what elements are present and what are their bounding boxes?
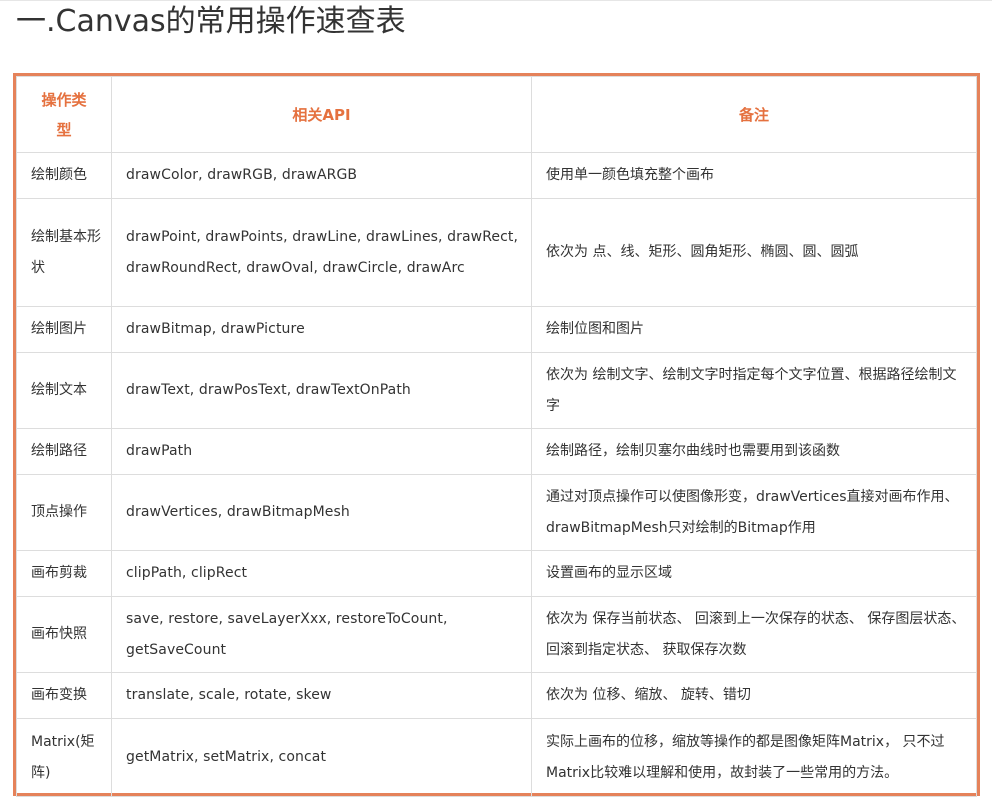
row-api-list: translate, scale, rotate, skew xyxy=(111,672,532,719)
row-note: 设置画布的显示区域 xyxy=(531,550,977,597)
row-operation-type: 绘制文本 xyxy=(16,352,112,429)
table-body: 绘制颜色 drawColor, drawRGB, drawARGB 使用单一颜色… xyxy=(16,152,977,797)
row-operation-type: 顶点操作 xyxy=(16,474,112,551)
table-row: 画布快照 save, restore, saveLayerXxx, restor… xyxy=(16,596,977,673)
row-note: 依次为 点、线、矩形、圆角矩形、椭圆、圆、圆弧 xyxy=(531,198,977,307)
table-row: 绘制颜色 drawColor, drawRGB, drawARGB 使用单一颜色… xyxy=(16,152,977,199)
row-operation-type: 绘制路径 xyxy=(16,428,112,475)
row-api-list: drawVertices, drawBitmapMesh xyxy=(111,474,532,551)
page: 一.Canvas的常用操作速查表 操作类型 相关API 备注 绘制颜色 draw… xyxy=(0,0,992,797)
row-api-list: save, restore, saveLayerXxx, restoreToCo… xyxy=(111,596,532,673)
row-api-list: getMatrix, setMatrix, concat xyxy=(111,718,532,797)
header-related-api: 相关API xyxy=(111,76,532,153)
cheatsheet-table: 操作类型 相关API 备注 绘制颜色 drawColor, drawRGB, d… xyxy=(16,76,977,797)
row-api-list: drawText, drawPosText, drawTextOnPath xyxy=(111,352,532,429)
row-note: 绘制路径，绘制贝塞尔曲线时也需要用到该函数 xyxy=(531,428,977,475)
header-notes: 备注 xyxy=(531,76,977,153)
row-api-list: clipPath, clipRect xyxy=(111,550,532,597)
row-operation-type: 画布剪裁 xyxy=(16,550,112,597)
table-row: 画布变换 translate, scale, rotate, skew 依次为 … xyxy=(16,672,977,719)
table-row: 绘制图片 drawBitmap, drawPicture 绘制位图和图片 xyxy=(16,306,977,353)
row-api-list: drawColor, drawRGB, drawARGB xyxy=(111,152,532,199)
row-api-list: drawPoint, drawPoints, drawLine, drawLin… xyxy=(111,198,532,307)
table-row: 绘制基本形状 drawPoint, drawPoints, drawLine, … xyxy=(16,198,977,307)
table-row: 画布剪裁 clipPath, clipRect 设置画布的显示区域 xyxy=(16,550,977,597)
row-note: 依次为 保存当前状态、 回滚到上一次保存的状态、 保存图层状态、 回滚到指定状态… xyxy=(531,596,977,673)
page-title: 一.Canvas的常用操作速查表 xyxy=(16,4,406,39)
row-note: 实际上画布的位移，缩放等操作的都是图像矩阵Matrix， 只不过Matrix比较… xyxy=(531,718,977,797)
row-operation-type: 绘制颜色 xyxy=(16,152,112,199)
table-header-row: 操作类型 相关API 备注 xyxy=(16,76,977,153)
row-operation-type: 绘制基本形状 xyxy=(16,198,112,307)
table-row: 绘制文本 drawText, drawPosText, drawTextOnPa… xyxy=(16,352,977,429)
row-note: 绘制位图和图片 xyxy=(531,306,977,353)
row-api-list: drawPath xyxy=(111,428,532,475)
table-header: 操作类型 相关API 备注 xyxy=(16,76,977,153)
row-note: 通过对顶点操作可以使图像形变，drawVertices直接对画布作用、 draw… xyxy=(531,474,977,551)
row-operation-type: 画布快照 xyxy=(16,596,112,673)
table-row: Matrix(矩阵) getMatrix, setMatrix, concat … xyxy=(16,718,977,797)
top-divider xyxy=(0,0,992,1)
table-row: 绘制路径 drawPath 绘制路径，绘制贝塞尔曲线时也需要用到该函数 xyxy=(16,428,977,475)
row-operation-type: 画布变换 xyxy=(16,672,112,719)
table-row: 顶点操作 drawVertices, drawBitmapMesh 通过对顶点操… xyxy=(16,474,977,551)
row-operation-type: Matrix(矩阵) xyxy=(16,718,112,797)
row-note: 依次为 位移、缩放、 旋转、错切 xyxy=(531,672,977,719)
header-operation-type: 操作类型 xyxy=(16,76,112,153)
row-note: 使用单一颜色填充整个画布 xyxy=(531,152,977,199)
row-api-list: drawBitmap, drawPicture xyxy=(111,306,532,353)
cheatsheet-table-frame: 操作类型 相关API 备注 绘制颜色 drawColor, drawRGB, d… xyxy=(13,73,980,797)
row-operation-type: 绘制图片 xyxy=(16,306,112,353)
row-note: 依次为 绘制文字、绘制文字时指定每个文字位置、根据路径绘制文字 xyxy=(531,352,977,429)
